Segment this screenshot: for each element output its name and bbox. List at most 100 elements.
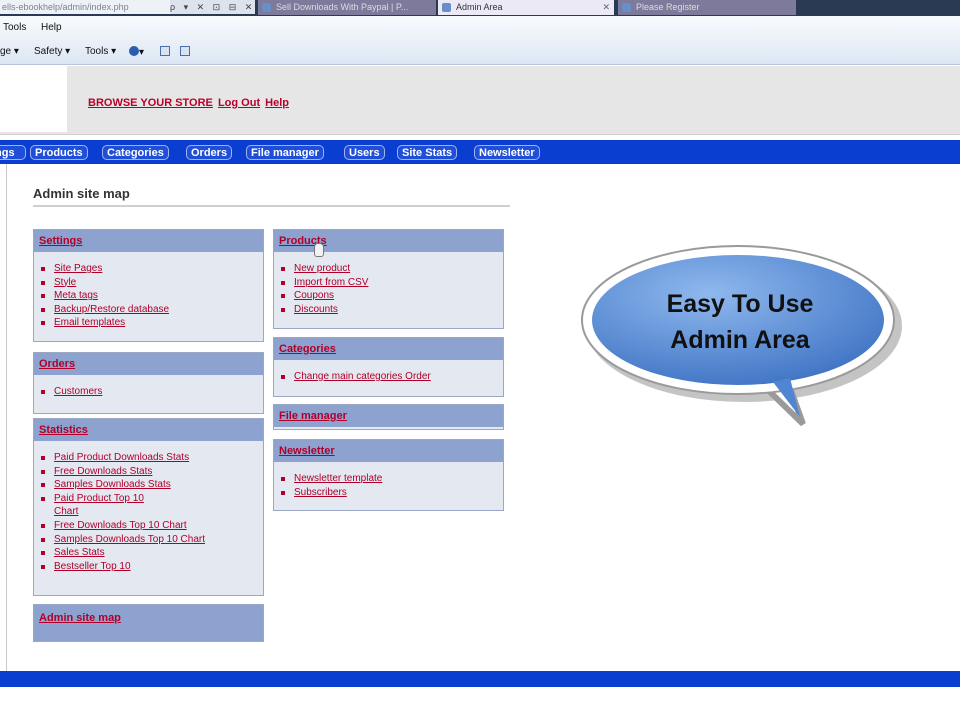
logo-area bbox=[0, 66, 67, 132]
list-item[interactable]: Email templates bbox=[41, 316, 263, 330]
tab-label: Sell Downloads With Paypal | P... bbox=[276, 2, 409, 12]
newsletter-list: Newsletter template Subscribers bbox=[274, 462, 503, 499]
tools-menu[interactable]: Tools ▾ bbox=[85, 46, 116, 57]
browser-title-bar: ells-ebookhelp/admin/index.php ρ ▾ ✕ ⊡ ⊟… bbox=[0, 0, 960, 16]
admin-nav: ngs Products Categories Orders File mana… bbox=[0, 140, 960, 164]
address-bar[interactable]: ells-ebookhelp/admin/index.php bbox=[0, 0, 172, 14]
close-icon[interactable]: ✕ bbox=[602, 0, 610, 15]
list-item[interactable]: Change main categories Order bbox=[281, 370, 503, 384]
statistics-box: Statistics Paid Product Downloads Stats … bbox=[33, 418, 264, 596]
callout-text: Easy To Use Admin Area bbox=[630, 286, 850, 358]
page-icon bbox=[622, 3, 631, 12]
browse-store-link[interactable]: BROWSE YOUR STORE bbox=[88, 97, 213, 109]
list-item-continued[interactable]: Chart bbox=[54, 505, 263, 519]
nav-site-stats[interactable]: Site Stats bbox=[397, 145, 458, 160]
statistics-list: Paid Product Downloads Stats Free Downlo… bbox=[34, 441, 263, 573]
address-controls[interactable]: ρ ▾ ✕ ⊡ ⊟ ✕ bbox=[170, 0, 255, 14]
list-item[interactable]: Backup/Restore database bbox=[41, 303, 263, 317]
help-icon bbox=[129, 46, 139, 56]
safety-menu[interactable]: Safety ▾ bbox=[34, 46, 70, 57]
list-item[interactable]: New product bbox=[281, 262, 503, 276]
menu-tools[interactable]: Tools bbox=[3, 22, 26, 33]
title-divider bbox=[33, 205, 510, 207]
list-item[interactable]: Meta tags bbox=[41, 289, 263, 303]
nav-file-manager[interactable]: File manager bbox=[246, 145, 324, 160]
help-menu[interactable]: ▾ bbox=[129, 46, 144, 58]
browser-tab[interactable]: Please Register bbox=[618, 0, 796, 15]
sitemap-box: Admin site map bbox=[33, 604, 264, 642]
nav-categories[interactable]: Categories bbox=[102, 145, 169, 160]
categories-list: Change main categories Order bbox=[274, 360, 503, 384]
dropdown-arrow: ▾ bbox=[139, 47, 145, 58]
box-header: Products bbox=[274, 230, 503, 252]
statistics-link[interactable]: Statistics bbox=[39, 424, 88, 436]
header-links: BROWSE YOUR STORE Log Out Help bbox=[88, 97, 291, 109]
list-item[interactable]: Style bbox=[41, 276, 263, 290]
orders-box: Orders Customers bbox=[33, 352, 264, 414]
list-item[interactable]: Free Downloads Top 10 Chart bbox=[41, 519, 263, 533]
orders-link[interactable]: Orders bbox=[39, 358, 75, 370]
content-left-edge bbox=[0, 164, 7, 671]
newsletter-box: Newsletter Newsletter template Subscribe… bbox=[273, 439, 504, 511]
mouse-cursor-icon bbox=[314, 243, 324, 257]
command-bar: ge ▾ Safety ▾ Tools ▾ ▾ bbox=[0, 42, 960, 65]
list-item[interactable]: Discounts bbox=[281, 303, 503, 317]
orders-list: Customers bbox=[34, 375, 263, 399]
list-item[interactable]: Bestseller Top 10 bbox=[41, 560, 263, 574]
sitemap-link[interactable]: Admin site map bbox=[39, 612, 121, 624]
products-box: Products New product Import from CSV Cou… bbox=[273, 229, 504, 329]
box-header: Categories bbox=[274, 338, 503, 360]
page-title: Admin site map bbox=[33, 186, 130, 201]
list-item[interactable]: Newsletter template bbox=[281, 472, 503, 486]
site-header: BROWSE YOUR STORE Log Out Help bbox=[0, 66, 960, 135]
list-item[interactable]: Customers bbox=[41, 385, 263, 399]
logout-link[interactable]: Log Out bbox=[218, 97, 260, 109]
list-item[interactable]: Free Downloads Stats bbox=[41, 465, 263, 479]
page-icon bbox=[442, 3, 451, 12]
settings-box: Settings Site Pages Style Meta tags Back… bbox=[33, 229, 264, 342]
blog-icon bbox=[180, 46, 190, 56]
box-header: Newsletter bbox=[274, 440, 503, 462]
products-list: New product Import from CSV Coupons Disc… bbox=[274, 252, 503, 316]
file-manager-box: File manager bbox=[273, 404, 504, 430]
browser-tab-active[interactable]: Admin Area ✕ bbox=[438, 0, 614, 15]
research-icon bbox=[160, 46, 170, 56]
callout-line-1: Easy To Use bbox=[666, 290, 814, 318]
page-bottom bbox=[0, 687, 960, 720]
box-header: Admin site map bbox=[34, 605, 263, 641]
nav-newsletter[interactable]: Newsletter bbox=[474, 145, 540, 160]
categories-box: Categories Change main categories Order bbox=[273, 337, 504, 397]
file-manager-link[interactable]: File manager bbox=[279, 410, 347, 422]
browser-tab[interactable]: Sell Downloads With Paypal | P... bbox=[258, 0, 436, 15]
nav-products[interactable]: Products bbox=[30, 145, 88, 160]
help-link[interactable]: Help bbox=[265, 97, 289, 109]
callout-line-2: Admin Area bbox=[670, 326, 810, 354]
menu-help[interactable]: Help bbox=[41, 22, 62, 33]
settings-list: Site Pages Style Meta tags Backup/Restor… bbox=[34, 252, 263, 330]
page-icon bbox=[262, 3, 271, 12]
list-item[interactable]: Samples Downloads Top 10 Chart bbox=[41, 533, 263, 547]
list-item[interactable]: Subscribers bbox=[281, 486, 503, 500]
list-item[interactable]: Samples Downloads Stats bbox=[41, 478, 263, 492]
nav-settings[interactable]: ngs bbox=[0, 145, 26, 160]
nav-orders[interactable]: Orders bbox=[186, 145, 233, 160]
nav-users[interactable]: Users bbox=[344, 145, 385, 160]
box-header: Statistics bbox=[34, 419, 263, 441]
box-header: Settings bbox=[34, 230, 263, 252]
list-item[interactable]: Paid Product Downloads Stats bbox=[41, 451, 263, 465]
tab-label: Admin Area bbox=[456, 2, 503, 12]
list-item[interactable]: Import from CSV bbox=[281, 276, 503, 290]
list-item[interactable]: Sales Stats bbox=[41, 546, 263, 560]
page-menu[interactable]: ge ▾ bbox=[0, 46, 19, 57]
settings-link[interactable]: Settings bbox=[39, 235, 82, 247]
list-item[interactable]: Site Pages bbox=[41, 262, 263, 276]
research-button[interactable] bbox=[160, 46, 170, 58]
footer-bar bbox=[0, 671, 960, 687]
list-item[interactable]: Paid Product Top 10 bbox=[41, 492, 263, 506]
categories-link[interactable]: Categories bbox=[279, 343, 336, 355]
box-header: File manager bbox=[274, 405, 503, 427]
blog-button[interactable] bbox=[180, 46, 190, 58]
list-item[interactable]: Coupons bbox=[281, 289, 503, 303]
newsletter-link[interactable]: Newsletter bbox=[279, 445, 335, 457]
box-header: Orders bbox=[34, 353, 263, 375]
